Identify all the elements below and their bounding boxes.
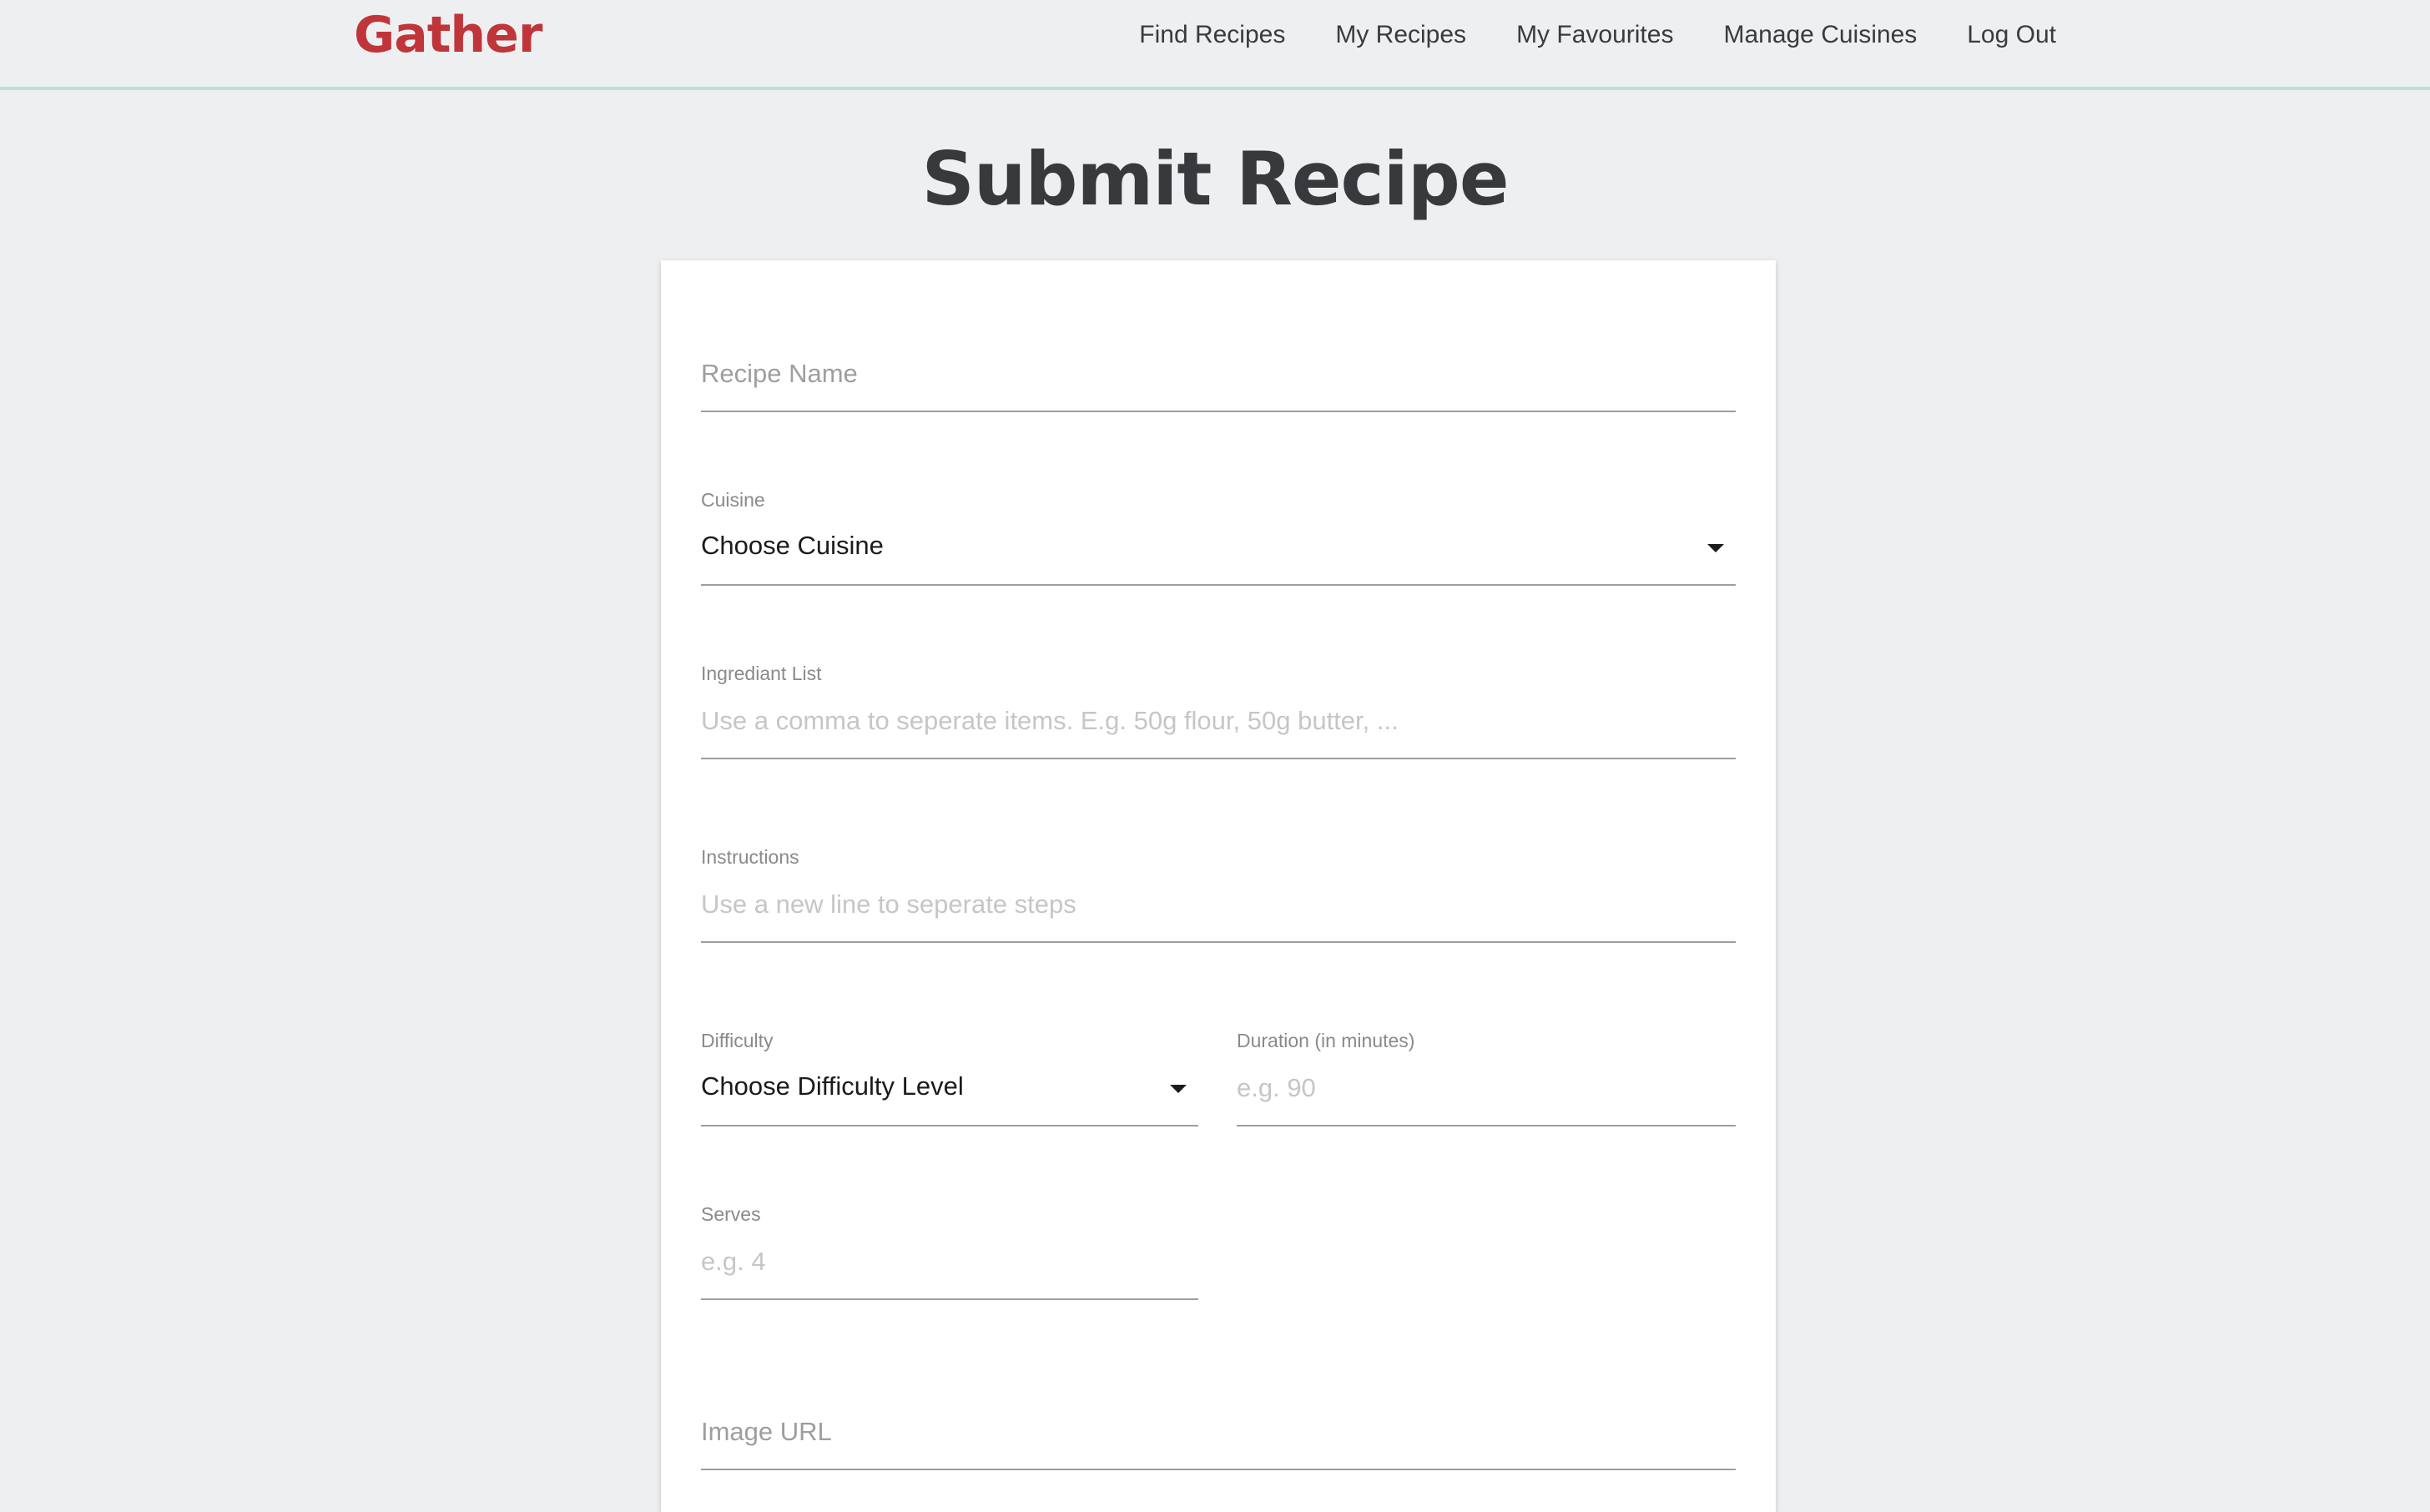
ingredient-list-input[interactable]: Ingrediant List Use a comma to seperate … (701, 649, 1736, 759)
duration-label: Duration (in minutes) (1237, 1030, 1415, 1051)
duration-placeholder: e.g. 90 (1237, 1073, 1316, 1102)
serves-input[interactable]: Serves e.g. 4 (701, 1190, 1198, 1300)
instructions-placeholder: Use a new line to seperate steps (701, 890, 1076, 919)
instructions-input[interactable]: Instructions Use a new line to seperate … (701, 833, 1736, 943)
cuisine-selected-value: Choose Cuisine (701, 531, 884, 560)
serves-label: Serves (701, 1203, 761, 1225)
nav-link-find-recipes[interactable]: Find Recipes (1139, 21, 1285, 49)
nav-link-my-favourites[interactable]: My Favourites (1516, 21, 1673, 49)
submit-recipe-form: Recipe Name Cuisine Choose Cuisine Ingre… (661, 260, 1776, 1512)
duration-input[interactable]: Duration (in minutes) e.g. 90 (1237, 1016, 1736, 1126)
image-url-input[interactable]: Image URL (701, 1402, 1736, 1470)
page-title: Submit Recipe (921, 136, 1509, 222)
cuisine-label: Cuisine (701, 489, 765, 511)
nav-link-log-out[interactable]: Log Out (1967, 21, 2056, 49)
ingredient-list-label: Ingrediant List (701, 663, 822, 684)
cuisine-dropdown-caret-icon (1707, 544, 1724, 552)
ingredient-list-placeholder: Use a comma to seperate items. E.g. 50g … (701, 706, 1399, 735)
difficulty-label: Difficulty (701, 1030, 774, 1051)
image-url-placeholder: Image URL (701, 1417, 832, 1446)
recipe-name-placeholder: Recipe Name (701, 359, 858, 388)
brand-logo[interactable]: Gather (354, 3, 542, 67)
difficulty-dropdown-caret-icon (1170, 1085, 1187, 1093)
difficulty-selected-value: Choose Difficulty Level (701, 1071, 964, 1101)
nav-link-my-recipes[interactable]: My Recipes (1335, 21, 1466, 49)
instructions-label: Instructions (701, 846, 799, 868)
nav-link-manage-cuisines[interactable]: Manage Cuisines (1723, 21, 1917, 49)
recipe-name-input[interactable]: Recipe Name (701, 344, 1736, 412)
nav-links: Find Recipes My Recipes My Favourites Ma… (1089, 0, 2056, 70)
navbar: Gather Find Recipes My Recipes My Favour… (0, 0, 2430, 90)
cuisine-select[interactable]: Cuisine Choose Cuisine (701, 476, 1736, 586)
difficulty-select[interactable]: Difficulty Choose Difficulty Level (701, 1016, 1198, 1126)
serves-placeholder: e.g. 4 (701, 1247, 766, 1276)
